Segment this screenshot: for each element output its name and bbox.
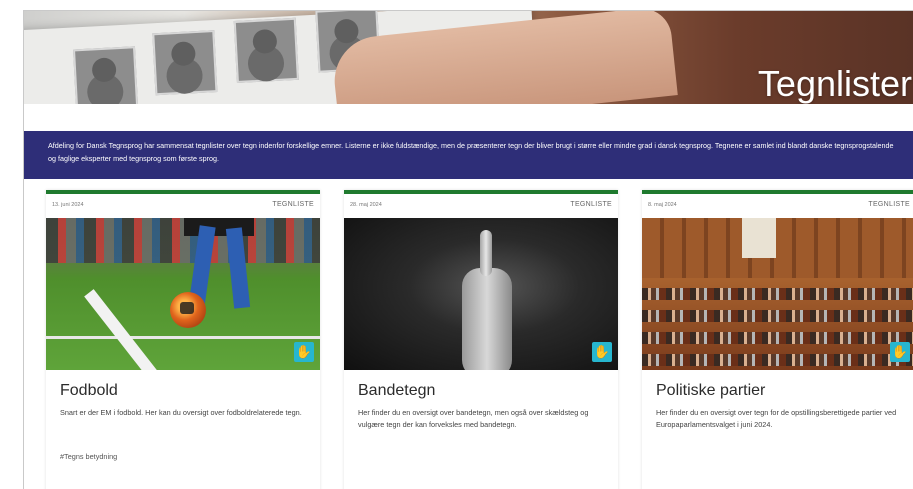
card-title[interactable]: Fodbold — [60, 382, 118, 400]
intro-text: Afdeling for Dansk Tegnsprog har sammens… — [48, 141, 894, 163]
parliament-seats — [642, 354, 913, 366]
gesture-hand — [462, 268, 512, 370]
signing-person-icon: ✋ — [890, 342, 910, 362]
hero-banner: Tegnlister — [24, 11, 913, 104]
card-date: 8. maj 2024 — [648, 202, 677, 208]
card-title[interactable]: Politiske partier — [656, 382, 765, 400]
card-title[interactable]: Bandetegn — [358, 382, 435, 400]
signing-person-icon: ✋ — [294, 342, 314, 362]
card-date: 13. juni 2024 — [52, 202, 84, 208]
card-meta: 13. juni 2024 TEGNLISTE — [46, 194, 320, 218]
pitch-line — [46, 336, 320, 339]
football — [170, 292, 206, 328]
pitch-line — [84, 289, 180, 370]
card-image-football[interactable]: ✋ — [46, 218, 320, 370]
gesture-finger — [480, 230, 492, 276]
book-photo — [152, 30, 218, 96]
intro-band: Afdeling for Dansk Tegnsprog har sammens… — [24, 131, 913, 179]
parliament-seats — [642, 332, 913, 344]
card-meta: 8. maj 2024 TEGNLISTE — [642, 194, 913, 218]
signing-person-icon: ✋ — [592, 342, 612, 362]
card-bandetegn[interactable]: 28. maj 2024 TEGNLISTE ✋ Bandetegn Her f… — [344, 190, 618, 489]
card-hashtag[interactable]: #Tegns betydning — [60, 452, 117, 461]
card-tag: TEGNLISTE — [272, 201, 314, 208]
parliament-seats — [642, 288, 913, 300]
card-meta: 28. maj 2024 TEGNLISTE — [344, 194, 618, 218]
card-description: Her finder du en oversigt over tegn for … — [656, 408, 897, 429]
parliament-wall — [642, 218, 913, 278]
card-tag: TEGNLISTE — [868, 201, 910, 208]
book-photo — [73, 46, 139, 104]
card-tag: TEGNLISTE — [570, 201, 612, 208]
stadium-crowd — [46, 218, 320, 263]
card-politiske-partier[interactable]: 8. maj 2024 TEGNLISTE ✋ Politiske partie… — [642, 190, 913, 489]
parliament-window — [742, 218, 776, 258]
player-shorts — [184, 218, 254, 236]
page-frame: Tegnlister Afdeling for Dansk Tegnsprog … — [23, 10, 913, 489]
card-fodbold[interactable]: 13. juni 2024 TEGNLISTE ✋ Fodbold Snart … — [46, 190, 320, 489]
card-description: Her finder du en oversigt over bandetegn… — [358, 408, 589, 429]
page-title: Tegnlister — [757, 63, 912, 104]
book-photo — [233, 17, 299, 83]
card-description: Snart er der EM i fodbold. Her kan du ov… — [60, 408, 302, 417]
card-image-parliament[interactable]: ✋ — [642, 218, 913, 370]
card-date: 28. maj 2024 — [350, 202, 382, 208]
parliament-seats — [642, 310, 913, 322]
card-image-gesture[interactable]: ✋ — [344, 218, 618, 370]
